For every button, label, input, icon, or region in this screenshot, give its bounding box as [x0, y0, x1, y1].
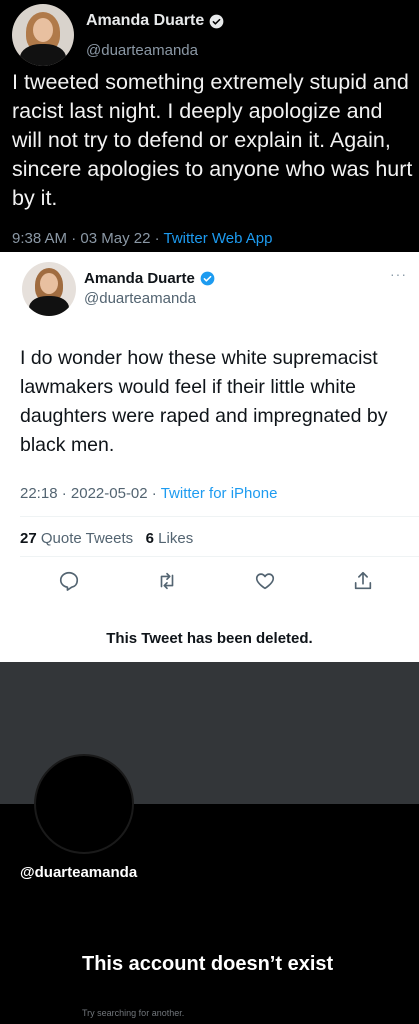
quote-tweets-count: 27	[20, 530, 37, 547]
light-tweet-card: Amanda Duarte @duarteamanda ··· I do won…	[0, 252, 419, 662]
dark-tweet-card: Amanda Duarte @duarteamanda I tweeted so…	[0, 0, 419, 252]
account-missing-heading: This account doesn’t exist	[82, 953, 334, 975]
verified-badge-icon	[209, 14, 224, 28]
likes-label: Likes	[158, 530, 194, 547]
author-name-row: Amanda Duarte	[86, 12, 224, 30]
handle[interactable]: @duarteamanda	[84, 290, 196, 307]
engagement-stats: 27 Quote Tweets 6 Likes	[20, 530, 193, 547]
tweet-text: I do wonder how these white supremacist …	[20, 347, 388, 456]
likes-count: 6	[145, 530, 154, 547]
tweet-actions-bar	[0, 566, 419, 596]
tweet-time[interactable]: 22:18	[20, 485, 58, 502]
verified-badge-icon	[200, 271, 215, 286]
separator-dot: ·	[154, 230, 164, 247]
separator-dot: ·	[61, 485, 71, 502]
like-icon[interactable]	[254, 570, 276, 592]
divider	[20, 556, 419, 557]
tweet-date[interactable]: 2022-05-02	[71, 485, 148, 502]
tweet-time[interactable]: 9:38 AM	[12, 230, 67, 247]
more-options-icon[interactable]: ···	[390, 266, 407, 282]
separator-dot: ·	[71, 230, 81, 247]
display-name[interactable]: Amanda Duarte	[86, 12, 204, 30]
separator-dot: ·	[151, 485, 161, 502]
quote-tweets-stat[interactable]: 27 Quote Tweets	[20, 530, 133, 547]
tweet-metadata: 22:18 · 2022-05-02 · Twitter for iPhone	[20, 485, 277, 502]
retweet-icon[interactable]	[156, 570, 178, 592]
tweet-date[interactable]: 03 May 22	[80, 230, 150, 247]
profile-avatar	[34, 754, 134, 854]
share-icon[interactable]	[352, 570, 374, 592]
tweet-source[interactable]: Twitter for iPhone	[161, 485, 278, 502]
avatar[interactable]	[22, 262, 76, 316]
divider	[20, 516, 419, 517]
display-name[interactable]: Amanda Duarte	[84, 270, 195, 287]
profile-handle: @duarteamanda	[20, 864, 138, 881]
deleted-account-profile: @duarteamanda This account doesn’t exist…	[0, 662, 419, 1024]
quote-tweets-label: Quote Tweets	[40, 530, 134, 547]
tweet-metadata: 9:38 AM · 03 May 22 · Twitter Web App	[12, 230, 272, 247]
author-name-row: Amanda Duarte	[84, 270, 215, 287]
handle[interactable]: @duarteamanda	[86, 42, 198, 59]
avatar[interactable]	[12, 4, 74, 66]
tweet-text: I tweeted something extremely stupid and…	[12, 70, 413, 210]
tweet-deleted-notice: This Tweet has been deleted.	[106, 630, 313, 647]
likes-stat[interactable]: 6 Likes	[146, 530, 194, 547]
reply-icon[interactable]	[58, 570, 80, 592]
account-missing-subtext: Try searching for another.	[82, 1008, 185, 1018]
tweet-source[interactable]: Twitter Web App	[164, 230, 273, 247]
